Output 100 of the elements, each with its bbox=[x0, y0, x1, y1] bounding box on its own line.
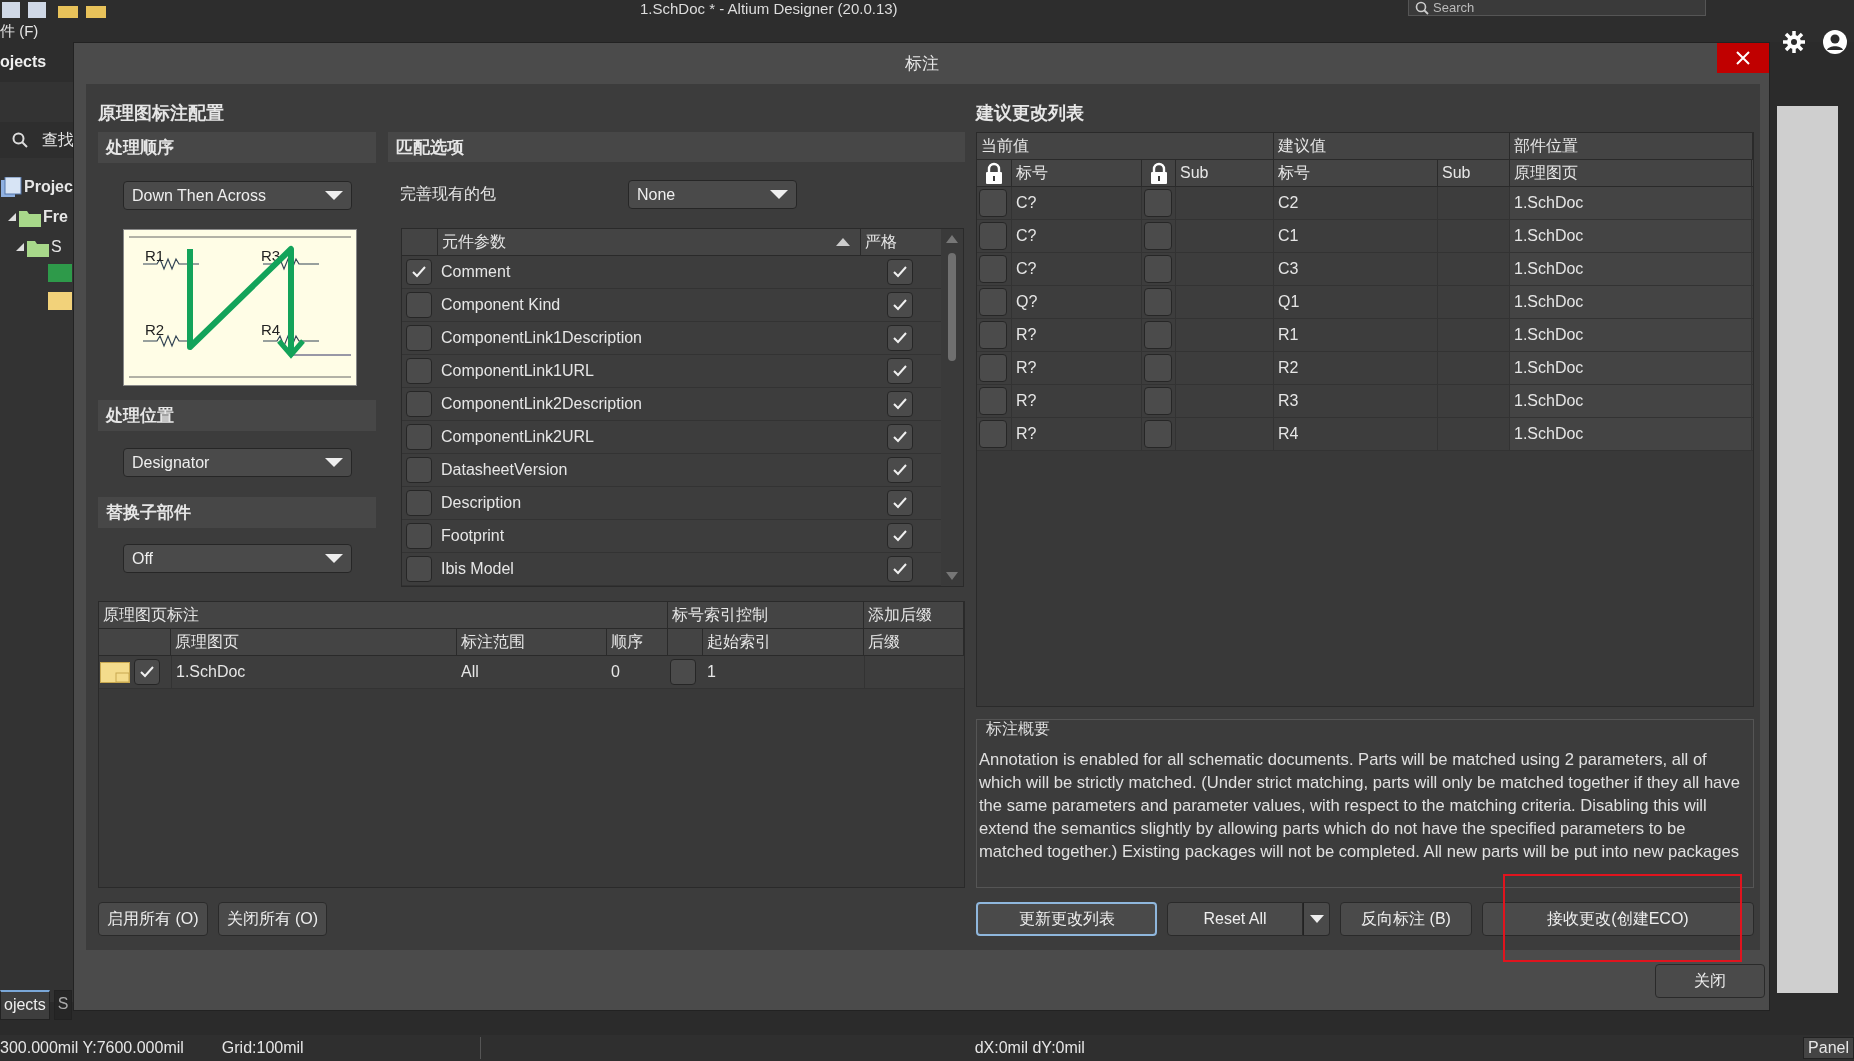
close-button[interactable]: 关闭 bbox=[1655, 964, 1765, 998]
checkbox[interactable] bbox=[887, 490, 913, 516]
lock-checkbox[interactable] bbox=[1144, 354, 1172, 382]
checkbox[interactable] bbox=[406, 490, 432, 516]
table-cell: All bbox=[461, 663, 479, 681]
checkbox[interactable] bbox=[406, 556, 432, 582]
column-header: 后缀 bbox=[868, 631, 900, 652]
table-cell: R? bbox=[1016, 425, 1037, 443]
tree-item[interactable]: S bbox=[51, 238, 62, 256]
checkbox[interactable] bbox=[406, 457, 432, 483]
table-cell: C1 bbox=[1278, 227, 1299, 245]
lock-checkbox[interactable] bbox=[979, 321, 1007, 349]
parameter-name: ComponentLink2Description bbox=[441, 395, 642, 413]
table-cell: 1.SchDoc bbox=[1514, 359, 1584, 377]
window-title: 1.SchDoc * - Altium Designer (20.0.13) bbox=[640, 0, 898, 17]
lock-checkbox[interactable] bbox=[1144, 255, 1172, 283]
action-button[interactable]: 接收更改(创建ECO) bbox=[1482, 902, 1754, 936]
scroll-down-icon bbox=[946, 572, 958, 580]
order-arrow-icon bbox=[187, 246, 305, 359]
dropdown[interactable]: Off bbox=[123, 544, 352, 573]
lock-checkbox[interactable] bbox=[1144, 222, 1172, 250]
checkbox[interactable] bbox=[406, 523, 432, 549]
checkbox[interactable] bbox=[887, 325, 913, 351]
lock-checkbox[interactable] bbox=[1144, 420, 1172, 448]
checkbox[interactable] bbox=[887, 424, 913, 450]
lock-checkbox[interactable] bbox=[979, 222, 1007, 250]
summary-text: Annotation is enabled for all schematic documents. Parts will be matched using 2 parameters, all of which will be strictly matched. (Under strict matching, parts will only be matched together if they all have the same parameters and parameter values, with respect to the matching criteria. Disabling this will extend the semantics slightly by allowing parts which do not have the specified parameters to be matched together.) Existing packages will not be completed. All new parts will be put into new packages bbox=[979, 749, 1741, 863]
check-icon bbox=[893, 365, 907, 377]
column-header: 原理图页 bbox=[175, 631, 239, 652]
cursor-delta: dX:0mil dY:0mil bbox=[974, 1039, 1085, 1057]
dropdown[interactable]: None bbox=[628, 180, 797, 209]
reset-button[interactable]: Reset All bbox=[1167, 902, 1303, 936]
table-cell: 1.SchDoc bbox=[1514, 425, 1584, 443]
panel-tab[interactable]: ojects bbox=[0, 990, 50, 1020]
column-header: 标号 bbox=[1016, 162, 1048, 183]
check-icon bbox=[893, 530, 907, 542]
lock-checkbox[interactable] bbox=[1144, 288, 1172, 316]
checkbox[interactable] bbox=[887, 523, 913, 549]
column-header: Sub bbox=[1180, 164, 1209, 182]
checkbox[interactable] bbox=[406, 391, 432, 417]
lock-checkbox[interactable] bbox=[1144, 189, 1172, 217]
dropdown-button[interactable] bbox=[1303, 902, 1330, 936]
lock-checkbox[interactable] bbox=[979, 387, 1007, 415]
column-group-header: 建议值 bbox=[1278, 135, 1326, 156]
dropdown[interactable]: Down Then Across bbox=[123, 181, 352, 210]
column-group-header: 部件位置 bbox=[1514, 135, 1578, 156]
checkbox[interactable] bbox=[406, 259, 432, 285]
lock-checkbox[interactable] bbox=[979, 189, 1007, 217]
lock-checkbox[interactable] bbox=[979, 420, 1007, 448]
checkbox[interactable] bbox=[887, 292, 913, 318]
dropdown[interactable]: Designator bbox=[123, 448, 352, 477]
checkbox[interactable] bbox=[406, 292, 432, 318]
table-cell: C2 bbox=[1278, 194, 1299, 212]
parameter-name: ComponentLink2URL bbox=[441, 428, 594, 446]
search-field[interactable]: Search bbox=[1408, 0, 1706, 16]
checkbox[interactable] bbox=[887, 457, 913, 483]
column-header: Sub bbox=[1442, 164, 1471, 182]
lock-checkbox[interactable] bbox=[979, 354, 1007, 382]
tree-item[interactable]: Fre bbox=[43, 208, 68, 226]
checkbox[interactable] bbox=[887, 556, 913, 582]
menu-item[interactable]: 件 (F) bbox=[0, 22, 45, 41]
scrollbar-thumb[interactable] bbox=[948, 253, 956, 361]
checkbox[interactable] bbox=[134, 659, 160, 685]
close-button[interactable] bbox=[1717, 43, 1769, 73]
parameter-name: Component Kind bbox=[441, 296, 561, 314]
table-cell: C? bbox=[1016, 227, 1037, 245]
lock-checkbox[interactable] bbox=[979, 288, 1007, 316]
checkbox[interactable] bbox=[670, 659, 696, 685]
column-header[interactable]: 严格 bbox=[865, 231, 897, 253]
tree-item[interactable]: Projec bbox=[24, 178, 73, 196]
toggle-all-button[interactable]: 关闭所有 (O) bbox=[217, 902, 328, 936]
section-title: 原理图标注配置 bbox=[98, 101, 224, 125]
column-header: 顺序 bbox=[611, 631, 643, 652]
lock-checkbox[interactable] bbox=[1144, 321, 1172, 349]
lock-checkbox[interactable] bbox=[979, 255, 1007, 283]
column-header: 标注范围 bbox=[461, 631, 525, 652]
table-cell: 0 bbox=[611, 663, 620, 681]
toggle-all-button[interactable]: 启用所有 (O) bbox=[98, 902, 208, 936]
checkbox[interactable] bbox=[887, 259, 913, 285]
field-label: 完善现有的包 bbox=[400, 184, 497, 204]
checkbox[interactable] bbox=[887, 358, 913, 384]
table-cell: 1.SchDoc bbox=[176, 663, 246, 681]
update-button[interactable]: 更新更改列表 bbox=[976, 902, 1157, 936]
parameter-name: Comment bbox=[441, 263, 511, 281]
checkbox[interactable] bbox=[406, 325, 432, 351]
search-label: 查找 bbox=[42, 129, 74, 150]
column-header[interactable]: 元件参数 bbox=[442, 231, 506, 253]
check-icon bbox=[893, 299, 907, 311]
checkbox[interactable] bbox=[406, 424, 432, 450]
caret-icon bbox=[325, 190, 343, 201]
panel-tab[interactable]: S bbox=[53, 990, 73, 1020]
check-icon bbox=[893, 266, 907, 278]
action-button[interactable]: 反向标注 (B) bbox=[1340, 902, 1472, 936]
panels-button[interactable]: Panel bbox=[1803, 1037, 1854, 1059]
table-cell: C? bbox=[1016, 260, 1037, 278]
table-cell: R4 bbox=[1278, 425, 1299, 443]
sheet-icon bbox=[100, 661, 130, 683]
checkbox[interactable] bbox=[887, 391, 913, 417]
lock-checkbox[interactable] bbox=[1144, 387, 1172, 415]
checkbox[interactable] bbox=[406, 358, 432, 384]
